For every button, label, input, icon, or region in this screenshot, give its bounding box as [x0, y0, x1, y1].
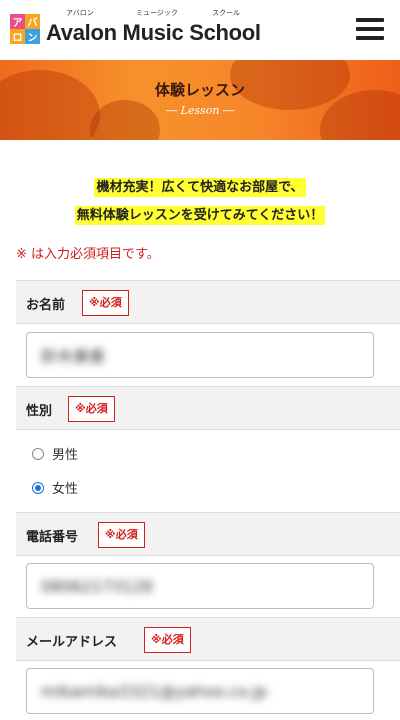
email-label-row: メールアドレス ※必須 — [16, 617, 400, 661]
intro-line-1: 機材充実！広くて快適なお部屋で、 — [94, 178, 306, 197]
gender-label-row: 性別 ※必須 — [16, 386, 400, 430]
required-badge: ※必須 — [98, 522, 145, 548]
page-title: 体験レッスン — [154, 81, 245, 99]
phone-label: 電話番号 — [26, 530, 79, 545]
email-input[interactable] — [27, 669, 373, 713]
logo-mark-char: バ — [25, 14, 40, 29]
logo-mark-char: ロ — [10, 29, 25, 44]
phone-label-row: 電話番号 ※必須 — [16, 512, 400, 556]
intro-message: 機材充実！広くて快適なお部屋で、 無料体験レッスンを受けてみてください！ — [0, 174, 400, 230]
logo-mark-char: ン — [25, 29, 40, 44]
required-badge: ※必須 — [68, 396, 115, 422]
name-field-box — [26, 332, 374, 378]
radio-button-icon[interactable] — [32, 447, 44, 460]
gender-option-label: 男性 — [52, 448, 79, 463]
name-label-row: お名前 ※必須 — [16, 280, 400, 324]
required-badge: ※必須 — [144, 627, 191, 653]
email-field-box — [26, 668, 374, 714]
radio-button-checked-icon[interactable] — [32, 481, 44, 494]
logo-ruby-school: スクール — [212, 9, 240, 17]
logo-ruby-avalon: アバロン — [66, 9, 94, 17]
intro-line-2: 無料体験レッスンを受けてみてください！ — [74, 206, 326, 225]
email-label: メールアドレス — [26, 635, 118, 650]
phone-field-box — [26, 563, 374, 609]
school-name-logo[interactable]: Avalon Music School — [46, 20, 261, 46]
phone-input[interactable] — [27, 564, 373, 608]
gender-option-label: 女性 — [52, 482, 79, 497]
required-badge: ※必須 — [82, 290, 129, 316]
hero-banner: 体験レッスン ― Lesson ― — [0, 60, 400, 140]
name-label: お名前 — [26, 298, 66, 313]
gender-radio-male[interactable]: 男性 — [32, 444, 78, 463]
required-note: ※ は入力必須項目です。 — [16, 247, 160, 262]
name-input[interactable] — [27, 333, 373, 377]
page-subtitle: ― Lesson ― — [166, 104, 234, 117]
gender-radio-female[interactable]: 女性 — [32, 478, 78, 497]
gender-label: 性別 — [26, 404, 53, 419]
logo-ruby-music: ミュージック — [136, 9, 178, 17]
school-logo-mark[interactable]: ア バ ロ ン — [10, 14, 40, 44]
site-header: ア バ ロ ン アバロン ミュージック スクール Avalon Music Sc… — [0, 0, 400, 60]
logo-mark-char: ア — [10, 14, 25, 29]
hamburger-menu-icon[interactable] — [356, 18, 384, 42]
